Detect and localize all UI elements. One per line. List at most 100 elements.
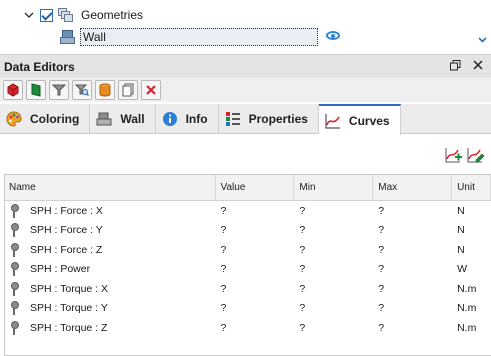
tab-label-coloring: Coloring xyxy=(30,112,80,126)
cell-name: SPH : Torque : Y xyxy=(5,301,216,316)
panel-title: Data Editors xyxy=(4,59,75,74)
pin-icon[interactable] xyxy=(9,320,19,335)
cell-max: ? xyxy=(378,243,385,256)
visibility-eye-icon[interactable] xyxy=(326,31,340,40)
table-row[interactable]: SPH : Force : X??? N xyxy=(5,201,491,221)
wall-icon xyxy=(60,29,76,45)
cell-name: SPH : Force : X xyxy=(5,203,216,218)
row-name-label: SPH : Torque : X xyxy=(30,282,109,295)
add-curve-icon xyxy=(445,148,462,163)
filter-icon xyxy=(52,84,66,96)
cell-value: ? xyxy=(220,263,227,276)
cell-unit: N.m xyxy=(457,282,477,295)
cell-name: SPH : Torque : X xyxy=(5,281,216,296)
cell-min: ? xyxy=(299,321,306,334)
row-name-label: SPH : Force : Y xyxy=(30,224,103,237)
cell-unit: N xyxy=(457,224,465,237)
red-cube-button[interactable] xyxy=(3,80,23,100)
tab-info[interactable]: Info xyxy=(156,104,219,134)
tab-label-wall: Wall xyxy=(120,112,145,126)
row-name-label: SPH : Torque : Z xyxy=(30,321,108,334)
copy-icon xyxy=(122,83,134,97)
delete-button[interactable] xyxy=(141,80,161,100)
cell-min: ? xyxy=(299,224,306,237)
cell-min: ? xyxy=(299,243,306,256)
tree-item-geometries[interactable]: Geometries xyxy=(22,4,143,26)
data-editors-toolbar xyxy=(0,78,491,102)
copy-button[interactable] xyxy=(118,80,138,100)
pin-icon[interactable] xyxy=(9,281,19,296)
edit-curve-icon xyxy=(467,148,485,163)
cell-max: ? xyxy=(378,321,385,334)
table-row[interactable]: SPH : Force : Z??? N xyxy=(5,240,491,260)
table-header: Name Value Min Max Unit xyxy=(5,175,491,201)
cell-max: ? xyxy=(378,302,385,315)
data-editors-header: Data Editors xyxy=(0,54,491,78)
cell-value: ? xyxy=(220,282,227,295)
table-row[interactable]: SPH : Torque : X??? N.m xyxy=(5,279,491,299)
column-header-min[interactable]: Min xyxy=(294,175,374,200)
tab-wall[interactable]: Wall xyxy=(90,104,156,134)
edit-curve-button[interactable] xyxy=(467,147,485,163)
orange-cylinder-button[interactable] xyxy=(95,80,115,100)
add-curve-button[interactable] xyxy=(445,147,463,163)
cell-name: SPH : Power xyxy=(5,262,216,277)
row-name-label: SPH : Force : Z xyxy=(30,243,103,256)
palette-icon xyxy=(6,111,22,127)
tab-curves[interactable]: Curves xyxy=(318,104,401,135)
pin-icon[interactable] xyxy=(9,262,19,277)
cell-min: ? xyxy=(299,302,306,315)
green-flag-icon xyxy=(31,83,41,97)
pin-icon[interactable] xyxy=(9,242,19,257)
red-cube-icon xyxy=(7,83,19,97)
properties-icon xyxy=(225,111,241,127)
tree-item-wall-selected[interactable]: Wall xyxy=(80,28,318,46)
table-row[interactable]: SPH : Torque : Z??? N.m xyxy=(5,318,491,338)
cell-min: ? xyxy=(299,282,306,295)
sort-ascending-icon[interactable] xyxy=(106,175,115,177)
close-icon[interactable] xyxy=(473,60,483,74)
pin-icon[interactable] xyxy=(9,203,19,218)
wall-icon xyxy=(96,111,112,127)
cell-unit: N.m xyxy=(457,302,477,315)
tab-coloring[interactable]: Coloring xyxy=(0,104,91,134)
pin-icon[interactable] xyxy=(9,301,19,316)
geometries-checkbox[interactable] xyxy=(40,8,53,22)
tree-item-wall[interactable]: Wall xyxy=(60,26,491,48)
cell-value: ? xyxy=(220,243,227,256)
float-window-icon[interactable] xyxy=(450,60,461,74)
cell-max: ? xyxy=(378,282,385,295)
tab-label-properties: Properties xyxy=(248,112,308,126)
pin-icon[interactable] xyxy=(9,223,19,238)
tab-properties[interactable]: Properties xyxy=(219,104,319,134)
cell-unit: N xyxy=(457,243,465,256)
orange-cylinder-icon xyxy=(99,83,111,97)
column-header-max[interactable]: Max xyxy=(373,175,453,200)
chevron-down-icon[interactable] xyxy=(22,8,36,22)
table-row[interactable]: SPH : Torque : Y??? N.m xyxy=(5,299,491,319)
green-flag-button[interactable] xyxy=(26,80,46,100)
curves-icon xyxy=(325,113,341,129)
cell-unit: N xyxy=(457,204,465,217)
delete-icon xyxy=(146,85,156,95)
tree-label-geometries: Geometries xyxy=(81,8,144,22)
tab-label-info: Info xyxy=(185,112,208,126)
cell-name: SPH : Force : Z xyxy=(5,242,216,257)
cell-value: ? xyxy=(220,224,227,237)
cell-max: ? xyxy=(378,224,385,237)
table-body: SPH : Force : X??? N SPH : Force : Y??? N SP… xyxy=(5,201,491,338)
cell-value: ? xyxy=(220,204,227,217)
column-header-name[interactable]: Name xyxy=(5,175,216,200)
cell-name: SPH : Torque : Z xyxy=(5,320,216,335)
cell-unit: W xyxy=(457,263,467,276)
curves-panel: Name Value Min Max Unit SPH : Force : X?… xyxy=(0,135,491,356)
cell-value: ? xyxy=(220,302,227,315)
search-filter-button[interactable] xyxy=(72,80,92,100)
table-row[interactable]: SPH : Power??? W xyxy=(5,260,491,280)
column-header-value[interactable]: Value xyxy=(216,175,295,200)
column-header-unit[interactable]: Unit xyxy=(452,175,491,200)
table-row[interactable]: SPH : Force : Y??? N xyxy=(5,221,491,241)
scroll-down-icon[interactable] xyxy=(478,34,487,46)
editor-tabs: Coloring Wall Info Properties Curves xyxy=(0,104,491,135)
filter-button[interactable] xyxy=(49,80,69,100)
